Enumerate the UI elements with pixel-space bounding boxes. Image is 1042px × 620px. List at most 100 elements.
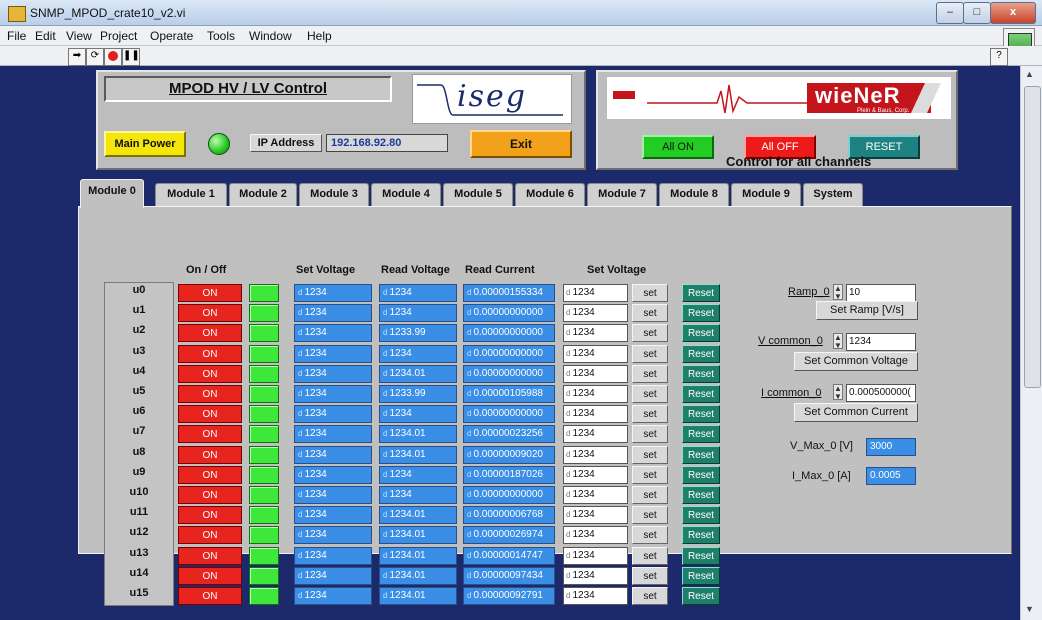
icommon-field[interactable]: 0.000500000( bbox=[846, 384, 916, 402]
tab-module-6[interactable]: Module 6 bbox=[515, 183, 585, 207]
channel-set-button[interactable]: set bbox=[632, 385, 668, 403]
set-voltage-field[interactable]: d 1234 bbox=[563, 405, 628, 424]
set-voltage-field[interactable]: d 1234 bbox=[563, 465, 628, 484]
set-voltage-field[interactable]: d 1234 bbox=[563, 546, 628, 565]
channel-on-button[interactable]: ON bbox=[178, 385, 242, 403]
menu-window[interactable]: Window bbox=[249, 29, 292, 43]
channel-set-button[interactable]: set bbox=[632, 546, 668, 565]
icommon-spinner-icon[interactable]: ▲ ▼ bbox=[833, 384, 843, 401]
set-voltage-field[interactable]: d 1234 bbox=[563, 486, 628, 504]
tab-module-2[interactable]: Module 2 bbox=[229, 183, 297, 207]
set-voltage-field[interactable]: d 1234 bbox=[563, 324, 628, 343]
scroll-down-icon[interactable]: ▼ bbox=[1025, 604, 1034, 614]
help-icon[interactable]: ? bbox=[990, 48, 1008, 66]
channel-reset-button[interactable]: Reset bbox=[682, 465, 720, 484]
exit-button[interactable]: Exit bbox=[470, 130, 572, 158]
channel-set-button[interactable]: set bbox=[632, 304, 668, 323]
channel-set-button[interactable]: set bbox=[632, 284, 668, 302]
channel-reset-button[interactable]: Reset bbox=[682, 405, 720, 424]
ramp-spinner-icon[interactable]: ▲ ▼ bbox=[833, 284, 843, 301]
main-power-button[interactable]: Main Power bbox=[104, 131, 186, 157]
set-voltage-field[interactable]: d 1234 bbox=[563, 506, 628, 525]
channel-set-button[interactable]: set bbox=[632, 526, 668, 545]
vcommon-spinner-icon[interactable]: ▲ ▼ bbox=[833, 333, 843, 350]
menu-tools[interactable]: Tools bbox=[207, 29, 235, 43]
channel-set-button[interactable]: set bbox=[632, 566, 668, 585]
menu-view[interactable]: View bbox=[66, 29, 92, 43]
channel-on-button[interactable]: ON bbox=[178, 486, 242, 504]
pause-icon[interactable]: ❚❚ bbox=[122, 48, 140, 66]
channel-on-button[interactable]: ON bbox=[178, 304, 242, 323]
channel-on-button[interactable]: ON bbox=[178, 405, 242, 424]
channel-on-button[interactable]: ON bbox=[178, 284, 242, 302]
channel-reset-button[interactable]: Reset bbox=[682, 506, 720, 525]
channel-set-button[interactable]: set bbox=[632, 486, 668, 504]
run-arrow-icon[interactable]: ➡ bbox=[68, 48, 86, 66]
set-voltage-field[interactable]: d 1234 bbox=[563, 526, 628, 545]
tab-module-5[interactable]: Module 5 bbox=[443, 183, 513, 207]
channel-on-button[interactable]: ON bbox=[178, 445, 242, 464]
tab-module-7[interactable]: Module 7 bbox=[587, 183, 657, 207]
channel-set-button[interactable]: set bbox=[632, 587, 668, 605]
channel-reset-button[interactable]: Reset bbox=[682, 284, 720, 302]
channel-reset-button[interactable]: Reset bbox=[682, 364, 720, 383]
channel-on-button[interactable]: ON bbox=[178, 344, 242, 363]
menu-operate[interactable]: Operate bbox=[150, 29, 193, 43]
scroll-up-icon[interactable]: ▲ bbox=[1025, 69, 1034, 79]
menu-edit[interactable]: Edit bbox=[35, 29, 56, 43]
set-voltage-field[interactable]: d 1234 bbox=[563, 445, 628, 464]
vcommon-field[interactable]: 1234 bbox=[846, 333, 916, 351]
all-on-button[interactable]: All ON bbox=[642, 135, 714, 159]
tab-module-3[interactable]: Module 3 bbox=[299, 183, 369, 207]
channel-reset-button[interactable]: Reset bbox=[682, 526, 720, 545]
set-ramp-button[interactable]: Set Ramp [V/s] bbox=[816, 301, 918, 320]
channel-set-button[interactable]: set bbox=[632, 364, 668, 383]
set-voltage-field[interactable]: d 1234 bbox=[563, 385, 628, 403]
channel-on-button[interactable]: ON bbox=[178, 566, 242, 585]
set-voltage-field[interactable]: d 1234 bbox=[563, 364, 628, 383]
set-common-voltage-button[interactable]: Set Common Voltage bbox=[794, 352, 918, 371]
channel-on-button[interactable]: ON bbox=[178, 465, 242, 484]
tab-module-9[interactable]: Module 9 bbox=[731, 183, 801, 207]
set-voltage-field[interactable]: d 1234 bbox=[563, 425, 628, 444]
channel-on-button[interactable]: ON bbox=[178, 324, 242, 343]
channel-on-button[interactable]: ON bbox=[178, 364, 242, 383]
menu-help[interactable]: Help bbox=[307, 29, 332, 43]
channel-on-button[interactable]: ON bbox=[178, 526, 242, 545]
minimize-button[interactable]: – bbox=[936, 2, 964, 24]
maximize-button[interactable]: □ bbox=[963, 2, 991, 24]
channel-on-button[interactable]: ON bbox=[178, 546, 242, 565]
ramp-field[interactable]: 10 bbox=[846, 284, 916, 302]
channel-reset-button[interactable]: Reset bbox=[682, 385, 720, 403]
channel-reset-button[interactable]: Reset bbox=[682, 304, 720, 323]
channel-set-button[interactable]: set bbox=[632, 425, 668, 444]
channel-reset-button[interactable]: Reset bbox=[682, 486, 720, 504]
channel-set-button[interactable]: set bbox=[632, 405, 668, 424]
channel-reset-button[interactable]: Reset bbox=[682, 546, 720, 565]
set-common-current-button[interactable]: Set Common Current bbox=[794, 403, 918, 422]
set-voltage-field[interactable]: d 1234 bbox=[563, 566, 628, 585]
set-voltage-field[interactable]: d 1234 bbox=[563, 304, 628, 323]
set-voltage-field[interactable]: d 1234 bbox=[563, 587, 628, 605]
set-voltage-field[interactable]: d 1234 bbox=[563, 344, 628, 363]
scrollbar-thumb[interactable] bbox=[1024, 86, 1041, 388]
channel-on-button[interactable]: ON bbox=[178, 425, 242, 444]
menu-file[interactable]: File bbox=[7, 29, 26, 43]
close-button[interactable]: x bbox=[990, 2, 1036, 24]
vertical-scrollbar[interactable]: ▲ ▼ bbox=[1020, 66, 1042, 620]
channel-set-button[interactable]: set bbox=[632, 465, 668, 484]
channel-set-button[interactable]: set bbox=[632, 506, 668, 525]
channel-set-button[interactable]: set bbox=[632, 445, 668, 464]
tab-module-1[interactable]: Module 1 bbox=[155, 183, 227, 207]
ip-address-field[interactable]: 192.168.92.80 bbox=[326, 134, 448, 152]
abort-icon[interactable] bbox=[104, 48, 122, 66]
tab-system[interactable]: System bbox=[803, 183, 863, 207]
channel-reset-button[interactable]: Reset bbox=[682, 445, 720, 464]
channel-set-button[interactable]: set bbox=[632, 344, 668, 363]
channel-reset-button[interactable]: Reset bbox=[682, 344, 720, 363]
tab-module-4[interactable]: Module 4 bbox=[371, 183, 441, 207]
tab-module-0[interactable]: Module 0 bbox=[80, 179, 144, 208]
channel-reset-button[interactable]: Reset bbox=[682, 566, 720, 585]
channel-set-button[interactable]: set bbox=[632, 324, 668, 343]
set-voltage-field[interactable]: d 1234 bbox=[563, 284, 628, 302]
